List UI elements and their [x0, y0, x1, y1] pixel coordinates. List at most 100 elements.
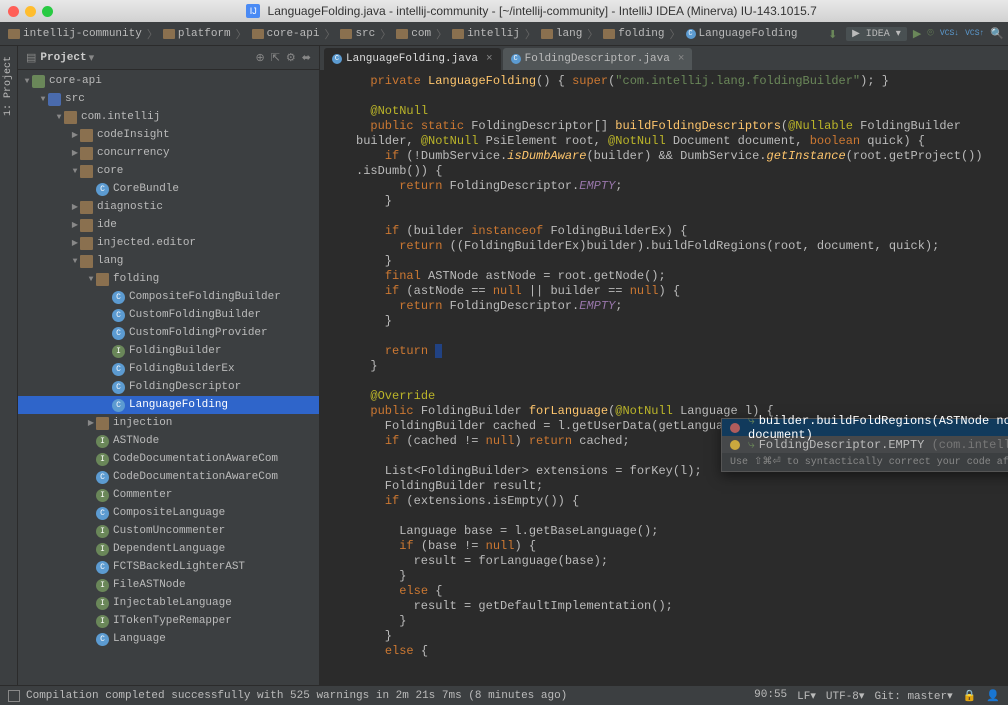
tree-row[interactable]: ICommenter — [18, 486, 319, 504]
status-toggle-icon[interactable] — [8, 690, 20, 702]
zoom-window-icon[interactable] — [42, 6, 53, 17]
tree-arrow-icon[interactable] — [38, 95, 48, 104]
close-tab-icon[interactable]: × — [486, 53, 493, 65]
breadcrumb-item[interactable]: src — [336, 28, 379, 40]
tree-row[interactable]: CCoreBundle — [18, 180, 319, 198]
tree-row[interactable]: injected.editor — [18, 234, 319, 252]
breadcrumb-item[interactable]: core-api — [248, 28, 324, 40]
interface-icon: I — [96, 489, 109, 502]
breadcrumb-label: src — [355, 28, 375, 40]
tree-row[interactable]: injection — [18, 414, 319, 432]
editor-tabs: CLanguageFolding.java×CFoldingDescriptor… — [320, 46, 1008, 70]
tree-row[interactable]: lang — [18, 252, 319, 270]
tree-row[interactable]: CFCTSBackedLighterAST — [18, 558, 319, 576]
editor-tab[interactable]: CFoldingDescriptor.java× — [503, 48, 693, 70]
tree-row[interactable]: CLanguageFolding — [18, 396, 319, 414]
breadcrumb-item[interactable]: intellij — [448, 28, 524, 40]
tree-label: CoreBundle — [113, 183, 179, 195]
tree-row[interactable]: IFileASTNode — [18, 576, 319, 594]
settings-gear-icon[interactable]: ⚙ — [286, 51, 296, 65]
breadcrumb-separator: 〉 — [147, 26, 158, 42]
tree-row[interactable]: src — [18, 90, 319, 108]
scroll-from-source-icon[interactable]: ⊕ — [255, 51, 264, 65]
tree-row[interactable]: IDependentLanguage — [18, 540, 319, 558]
search-everywhere-icon[interactable]: 🔍 — [990, 27, 1004, 41]
breadcrumb-item[interactable]: lang — [537, 28, 586, 40]
file-encoding[interactable]: UTF-8▾ — [826, 689, 865, 703]
project-toolwindow-tab[interactable]: 1: Project — [3, 50, 14, 122]
status-message: Compilation completed successfully with … — [26, 690, 567, 702]
cursor-position[interactable]: 90:55 — [754, 689, 787, 703]
build-icon[interactable]: ⬇ — [828, 28, 840, 40]
project-panel-title[interactable]: Project — [40, 52, 86, 64]
hide-panel-icon[interactable]: ⬌ — [302, 51, 311, 65]
run-configuration-selector[interactable]: ▶ IDEA ▾ — [846, 27, 907, 41]
tree-arrow-icon[interactable] — [86, 275, 96, 284]
tree-arrow-icon[interactable] — [22, 77, 32, 86]
vcs-commit-icon[interactable]: VCS↑ — [965, 29, 984, 38]
breadcrumb-item[interactable]: folding — [599, 28, 668, 40]
run-icon[interactable]: ▶ — [913, 27, 921, 41]
line-separator[interactable]: LF▾ — [797, 689, 816, 703]
tree-arrow-icon[interactable] — [70, 167, 80, 176]
tree-arrow-icon[interactable] — [70, 202, 80, 212]
collapse-all-icon[interactable]: ⇱ — [271, 51, 280, 65]
tree-arrow-icon[interactable] — [70, 238, 80, 248]
tree-arrow-icon[interactable] — [70, 220, 80, 230]
git-branch[interactable]: Git: master▾ — [874, 689, 952, 703]
completion-item[interactable]: ⤷FoldingDescriptor.EMPTY (com.intellij.l… — [722, 436, 1008, 453]
tree-row[interactable]: core — [18, 162, 319, 180]
completion-item[interactable]: ⤷builder.buildFoldRegions(ASTNode node, … — [722, 419, 1008, 436]
code-editor[interactable]: private LanguageFolding() { super("com.i… — [320, 70, 1008, 685]
tree-label: injection — [113, 417, 172, 429]
tree-arrow-icon[interactable] — [70, 130, 80, 140]
project-view-dropdown-icon[interactable]: ▾ — [89, 51, 95, 65]
interface-icon: I — [96, 525, 109, 538]
tree-row[interactable]: CCustomFoldingBuilder — [18, 306, 319, 324]
tree-row[interactable]: IASTNode — [18, 432, 319, 450]
tree-row[interactable]: CFoldingDescriptor — [18, 378, 319, 396]
breadcrumb-separator: 〉 — [525, 26, 536, 42]
tree-row[interactable]: CCompositeFoldingBuilder — [18, 288, 319, 306]
package-icon — [80, 237, 93, 250]
debug-icon[interactable]: ⌾ — [927, 28, 934, 40]
tree-row[interactable]: CCompositeLanguage — [18, 504, 319, 522]
tree-arrow-icon[interactable] — [70, 257, 80, 266]
tree-row[interactable]: com.intellij — [18, 108, 319, 126]
tree-row[interactable]: CCustomFoldingProvider — [18, 324, 319, 342]
interface-icon: I — [96, 543, 109, 556]
tree-row[interactable]: codeInsight — [18, 126, 319, 144]
tree-row[interactable]: IInjectableLanguage — [18, 594, 319, 612]
tree-row[interactable]: IITokenTypeRemapper — [18, 612, 319, 630]
breadcrumb-item[interactable]: intellij-community — [4, 28, 146, 40]
tree-row[interactable]: folding — [18, 270, 319, 288]
breadcrumb-item[interactable]: com — [392, 28, 435, 40]
tree-row[interactable]: core-api — [18, 72, 319, 90]
tree-row[interactable]: ICustomUncommenter — [18, 522, 319, 540]
close-window-icon[interactable] — [8, 6, 19, 17]
minimize-window-icon[interactable] — [25, 6, 36, 17]
tree-row[interactable]: IFoldingBuilder — [18, 342, 319, 360]
tree-arrow-icon[interactable] — [54, 113, 64, 122]
tree-row[interactable]: CLanguage — [18, 630, 319, 648]
tree-arrow-icon[interactable] — [70, 148, 80, 158]
tree-row[interactable]: ide — [18, 216, 319, 234]
traffic-lights[interactable] — [8, 6, 53, 17]
editor-tab[interactable]: CLanguageFolding.java× — [324, 48, 501, 70]
project-view-switcher-icon[interactable]: ▤ — [26, 51, 36, 65]
tree-row[interactable]: diagnostic — [18, 198, 319, 216]
tree-arrow-icon[interactable] — [86, 418, 96, 428]
package-icon — [80, 147, 93, 160]
tree-row[interactable]: concurrency — [18, 144, 319, 162]
breadcrumb-item[interactable]: CLanguageFolding — [682, 28, 802, 40]
code-completion-popup[interactable]: ⤷builder.buildFoldRegions(ASTNode node, … — [721, 418, 1008, 472]
vcs-update-icon[interactable]: VCS↓ — [940, 29, 959, 38]
tree-row[interactable]: ICodeDocumentationAwareCom — [18, 450, 319, 468]
close-tab-icon[interactable]: × — [678, 53, 685, 65]
project-tree[interactable]: core-apisrccom.intellijcodeInsightconcur… — [18, 70, 319, 685]
breadcrumb-item[interactable]: platform — [159, 28, 235, 40]
ide-lock-icon[interactable]: 🔒 — [963, 689, 977, 703]
hector-icon[interactable]: 👤 — [986, 689, 1000, 703]
tree-row[interactable]: CCodeDocumentationAwareCom — [18, 468, 319, 486]
tree-row[interactable]: CFoldingBuilderEx — [18, 360, 319, 378]
